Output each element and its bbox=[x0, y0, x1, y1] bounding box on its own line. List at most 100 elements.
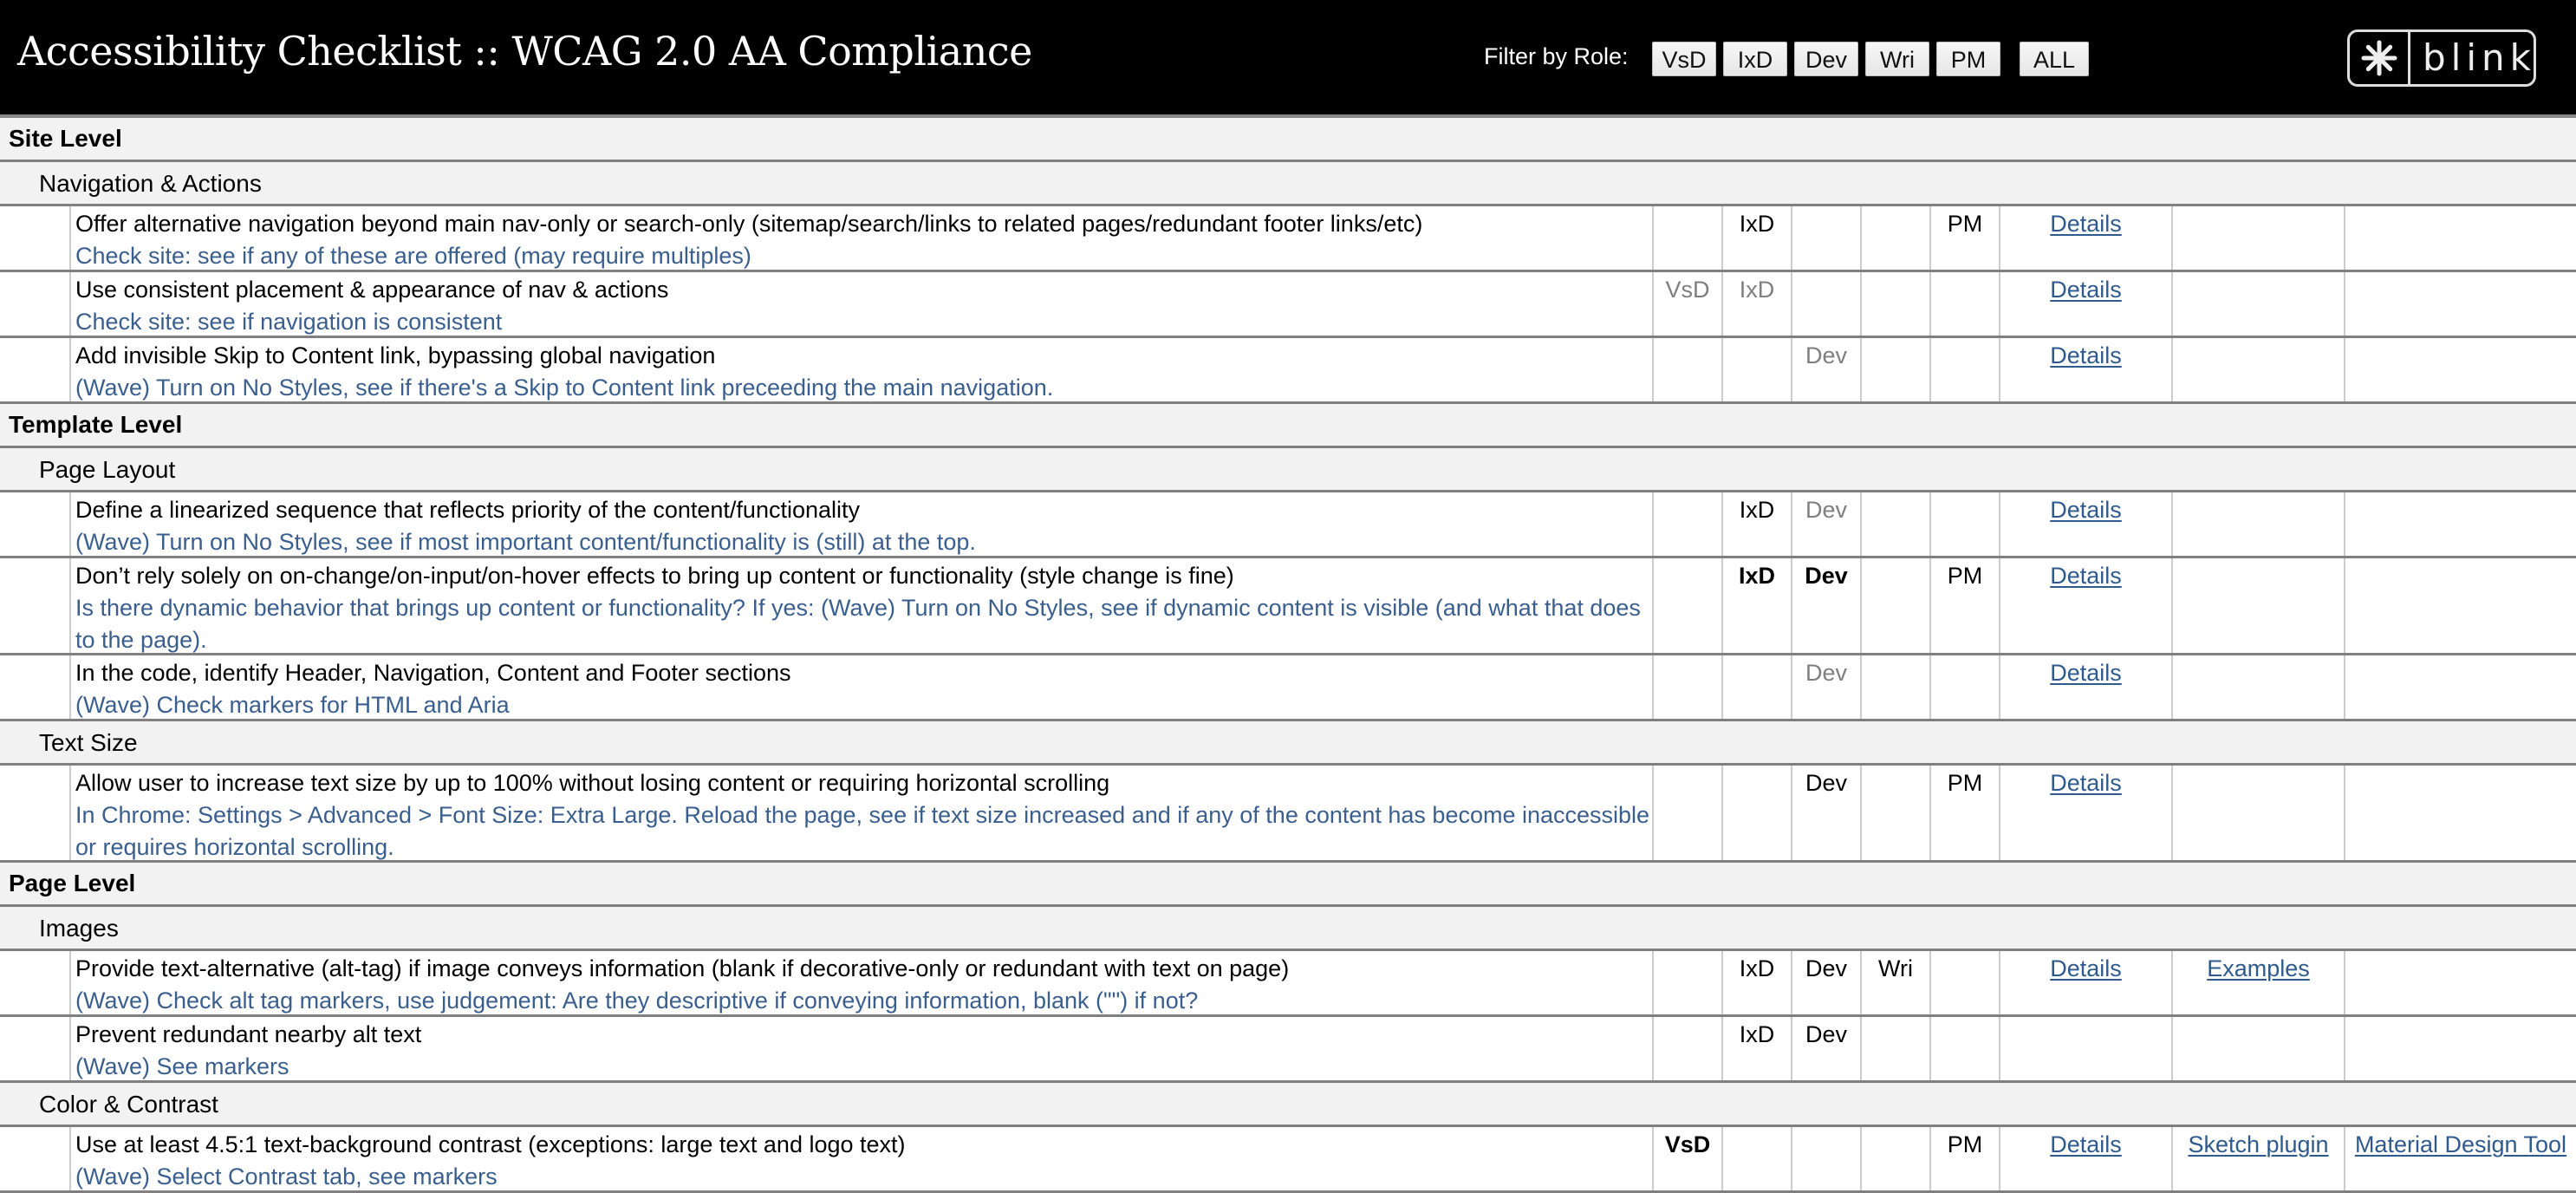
role-cell-vsd: VsD bbox=[1652, 272, 1721, 336]
role-cell-ixd: IxD bbox=[1721, 951, 1791, 1014]
indent-cell bbox=[0, 272, 69, 336]
checklist-item-row: Offer alternative navigation beyond main… bbox=[0, 206, 2576, 272]
role-cell-wri bbox=[1860, 206, 1929, 270]
role-cell-pm bbox=[1929, 272, 1999, 336]
filter-button-wri[interactable]: Wri bbox=[1865, 42, 1929, 76]
filter-by-role-label: Filter by Role: bbox=[1484, 43, 1629, 69]
role-cell-wri bbox=[1860, 1127, 1929, 1190]
details-link[interactable]: Details bbox=[2050, 277, 2122, 303]
link-cell bbox=[2171, 492, 2344, 556]
checklist-item-row: Allow user to increase text size by up t… bbox=[0, 766, 2576, 863]
section-header-row: Template Level bbox=[0, 404, 2576, 448]
link-cell bbox=[2344, 1017, 2576, 1080]
indent-cell bbox=[0, 338, 69, 401]
role-cell-dev bbox=[1791, 272, 1860, 336]
link-cell bbox=[2171, 655, 2344, 719]
role-cell-pm bbox=[1929, 1017, 1999, 1080]
role-cell-ixd: IxD bbox=[1721, 492, 1791, 556]
role-cell-ixd: IxD bbox=[1721, 272, 1791, 336]
role-cell-ixd bbox=[1721, 655, 1791, 719]
item-check-instructions: (Wave) Turn on No Styles, see if there's… bbox=[75, 375, 1054, 401]
link-cell bbox=[2171, 206, 2344, 270]
role-cell-wri bbox=[1860, 655, 1929, 719]
details-link[interactable]: Details bbox=[2050, 770, 2122, 796]
sketch-plugin-link[interactable]: Sketch plugin bbox=[2188, 1131, 2328, 1157]
role-cell-dev: Dev bbox=[1791, 766, 1860, 860]
details-link[interactable]: Details bbox=[2050, 342, 2122, 368]
filter-button-all[interactable]: ALL bbox=[2020, 42, 2089, 76]
role-cell-dev: Dev bbox=[1791, 1017, 1860, 1080]
role-cell-dev: Dev bbox=[1791, 492, 1860, 556]
item-title: Define a linearized sequence that reflec… bbox=[75, 497, 861, 523]
role-cell-vsd bbox=[1652, 766, 1721, 860]
logo-text: blink bbox=[2423, 36, 2536, 79]
link-cell: Material Design Tool bbox=[2344, 1127, 2576, 1190]
details-link[interactable]: Details bbox=[2050, 955, 2122, 981]
group-header-row: Navigation & Actions bbox=[0, 162, 2576, 206]
role-cell-vsd bbox=[1652, 1017, 1721, 1080]
filter-button-pm[interactable]: PM bbox=[1936, 42, 2000, 76]
item-check-instructions: (Wave) See markers bbox=[75, 1053, 289, 1079]
role-cell-vsd bbox=[1652, 655, 1721, 719]
role-cell-wri bbox=[1860, 492, 1929, 556]
filter-button-vsd[interactable]: VsD bbox=[1652, 42, 1716, 76]
item-description-cell: Provide text-alternative (alt-tag) if im… bbox=[69, 951, 1652, 1014]
checklist-item-row: Prevent redundant nearby alt text (Wave) … bbox=[0, 1017, 2576, 1083]
link-cell bbox=[2344, 492, 2576, 556]
group-header-row: Text Size bbox=[0, 721, 2576, 766]
item-title: Offer alternative navigation beyond main… bbox=[75, 211, 1423, 237]
group-label: Navigation & Actions bbox=[39, 170, 262, 197]
checklist-item-row: Use consistent placement & appearance of… bbox=[0, 272, 2576, 338]
filter-button-ixd[interactable]: IxD bbox=[1723, 42, 1787, 76]
indent-cell bbox=[0, 558, 69, 653]
item-title: Provide text-alternative (alt-tag) if im… bbox=[75, 955, 1290, 981]
role-cell-dev bbox=[1791, 1127, 1860, 1190]
item-check-instructions: (Wave) Turn on No Styles, see if most im… bbox=[75, 529, 976, 555]
material-design-tool-link[interactable]: Material Design Tool bbox=[2355, 1131, 2566, 1157]
role-cell-ixd bbox=[1721, 766, 1791, 860]
role-cell-vsd bbox=[1652, 951, 1721, 1014]
examples-link[interactable]: Examples bbox=[2207, 955, 2310, 981]
section-level-label: Template Level bbox=[9, 411, 183, 438]
link-cell bbox=[2344, 206, 2576, 270]
item-title: Use at least 4.5:1 text-background contr… bbox=[75, 1131, 906, 1157]
role-cell-ixd: IxD bbox=[1721, 558, 1791, 653]
link-cell: Details bbox=[1999, 951, 2171, 1014]
role-cell-wri bbox=[1860, 766, 1929, 860]
link-cell bbox=[2171, 272, 2344, 336]
details-link[interactable]: Details bbox=[2050, 563, 2122, 589]
item-description-cell: Use at least 4.5:1 text-background contr… bbox=[69, 1127, 1652, 1190]
details-link[interactable]: Details bbox=[2050, 660, 2122, 686]
blink-logo: blink bbox=[2347, 29, 2536, 87]
role-cell-wri bbox=[1860, 1017, 1929, 1080]
item-check-instructions: In Chrome: Settings > Advanced > Font Si… bbox=[75, 802, 1650, 860]
role-cell-vsd bbox=[1652, 206, 1721, 270]
details-link[interactable]: Details bbox=[2050, 497, 2122, 523]
role-cell-wri bbox=[1860, 558, 1929, 653]
item-description-cell: In the code, identify Header, Navigation… bbox=[69, 655, 1652, 719]
role-cell-wri bbox=[1860, 272, 1929, 336]
role-cell-dev: Dev bbox=[1791, 655, 1860, 719]
link-cell bbox=[2171, 766, 2344, 860]
indent-cell bbox=[0, 1127, 69, 1190]
indent-cell bbox=[0, 492, 69, 556]
item-title: Prevent redundant nearby alt text bbox=[75, 1021, 422, 1047]
checklist-item-row: Define a linearized sequence that reflec… bbox=[0, 492, 2576, 558]
group-label: Page Layout bbox=[39, 456, 176, 483]
role-cell-pm: PM bbox=[1929, 766, 1999, 860]
role-cell-pm: PM bbox=[1929, 206, 1999, 270]
group-label: Text Size bbox=[39, 729, 138, 756]
item-check-instructions: (Wave) Select Contrast tab, see markers bbox=[75, 1164, 498, 1190]
item-title: Allow user to increase text size by up t… bbox=[75, 770, 1110, 796]
link-cell: Details bbox=[1999, 1127, 2171, 1190]
checklist-table: Site Level Navigation & Actions Offer alte… bbox=[0, 118, 2576, 1193]
group-header-row: Page Layout bbox=[0, 448, 2576, 492]
link-cell bbox=[2171, 1017, 2344, 1080]
details-link[interactable]: Details bbox=[2050, 211, 2122, 237]
link-cell bbox=[2344, 338, 2576, 401]
link-cell: Details bbox=[1999, 558, 2171, 653]
details-link[interactable]: Details bbox=[2050, 1131, 2122, 1157]
role-cell-pm bbox=[1929, 492, 1999, 556]
filter-button-dev[interactable]: Dev bbox=[1794, 42, 1858, 76]
link-cell bbox=[2171, 338, 2344, 401]
